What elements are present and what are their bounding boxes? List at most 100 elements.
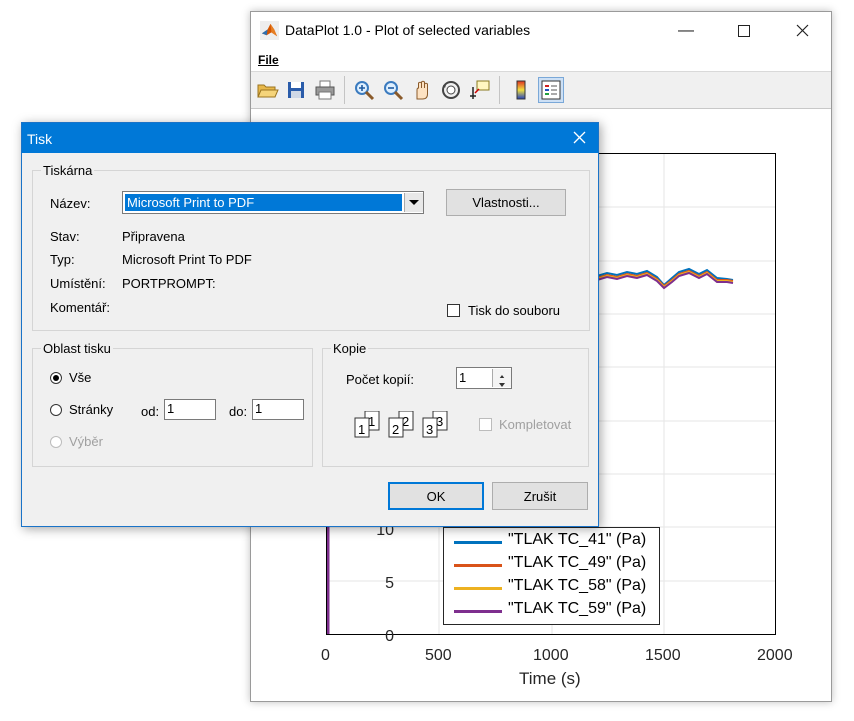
printer-icon [315,80,335,100]
printer-group-label: Tiskárna [43,163,93,178]
minimize-icon: — [678,21,694,39]
svg-text:1: 1 [358,422,365,437]
open-button[interactable] [254,77,280,103]
save-button[interactable] [283,77,309,103]
range-selection-radio[interactable] [50,436,62,448]
minimize-button[interactable]: — [657,12,715,49]
legend-label: "TLAK TC_41" (Pa) [508,531,647,548]
maximize-button[interactable] [715,12,773,49]
name-label: Název: [50,196,91,211]
location-value: PORTPROMPT: [122,276,216,291]
dialog-close-button[interactable] [568,127,590,149]
to-label: do: [229,404,248,419]
type-value: Microsoft Print To PDF [122,252,252,267]
chevron-down-icon [499,383,505,387]
collate-label[interactable]: Kompletovat [499,417,571,432]
print-to-file-label[interactable]: Tisk do souboru [468,303,560,318]
chevron-down-icon [409,200,419,205]
collate-pages-icon: 1 1 2 2 3 3 [354,411,448,438]
close-icon [796,24,808,37]
copies-stepper[interactable]: 1 [456,367,512,389]
print-dialog: Tisk Tiskárna Název: Microsoft Print to … [21,122,599,527]
x-tick-label: 2000 [757,647,793,664]
legend-swatch [454,587,502,590]
svg-text:2: 2 [392,422,399,437]
to-page-input[interactable]: 1 [252,399,304,420]
collate-checkbox[interactable] [479,418,492,431]
range-pages-radio[interactable] [50,404,62,416]
legend-swatch [454,610,502,613]
copies-group-label: Kopie [333,341,367,356]
legend-label: "TLAK TC_59" (Pa) [508,600,647,617]
print-to-file-checkbox[interactable] [447,304,460,317]
toolbar-separator [499,76,500,104]
location-label: Umístění: [50,276,106,291]
printer-select-dropdown[interactable] [404,193,423,212]
x-tick-label: 1500 [645,647,681,664]
svg-text:3: 3 [426,422,433,437]
legend-button[interactable] [538,77,564,103]
comment-label: Komentář: [50,300,110,315]
legend-label: "TLAK TC_58" (Pa) [508,577,647,594]
cancel-button[interactable]: Zrušit [492,482,588,510]
legend-swatch [454,564,502,567]
copies-down-button[interactable] [492,378,511,387]
zoom-in-button[interactable] [351,77,377,103]
x-axis-label: Time (s) [519,669,581,688]
range-all-label[interactable]: Vše [69,370,91,385]
copies-label: Počet kopií: [346,372,414,387]
legend-entry: "TLAK TC_49" (Pa) [454,554,659,576]
maximize-icon [738,24,750,37]
dialog-titlebar: Tisk [22,123,598,153]
close-icon [573,131,585,144]
x-tick-label: 1000 [533,647,569,664]
y-tick-label: 0 [385,628,394,645]
ok-button[interactable]: OK [388,482,484,510]
range-all-radio[interactable] [50,372,62,384]
toolbar-separator [344,76,345,104]
status-label: Stav: [50,229,80,244]
copies-group: Kopie [322,341,589,467]
toolbar [251,71,831,109]
copies-up-button[interactable] [492,369,511,379]
dataplot-title: DataPlot 1.0 - Plot of selected variable… [285,22,531,38]
printer-select-value: Microsoft Print to PDF [125,194,402,211]
zoom-out-icon [384,81,404,101]
from-page-input[interactable]: 1 [164,399,216,420]
legend-entry: "TLAK TC_41" (Pa) [454,531,659,553]
status-value: Připravena [122,229,185,244]
folder-open-icon [257,84,279,98]
save-icon [288,82,304,98]
matlab-logo-icon [260,21,279,40]
printer-select[interactable]: Microsoft Print to PDF [122,191,424,214]
range-pages-label[interactable]: Stránky [69,402,113,417]
colorbar-button[interactable] [508,77,534,103]
menu-bar: File [251,49,831,71]
close-button[interactable] [773,12,831,49]
x-tick-label: 0 [321,647,330,664]
data-cursor-button[interactable] [467,77,493,103]
print-range-group-label: Oblast tisku [43,341,111,356]
hand-icon [416,80,428,100]
plot-legend[interactable]: "TLAK TC_41" (Pa) "TLAK TC_49" (Pa) "TLA… [443,527,660,625]
properties-button[interactable]: Vlastnosti... [446,189,566,216]
legend-swatch [454,541,502,544]
pan-button[interactable] [409,77,435,103]
rotate-button[interactable] [438,77,464,103]
colorbar-icon [516,80,526,100]
legend-entry: "TLAK TC_58" (Pa) [454,577,659,599]
type-label: Typ: [50,252,75,267]
from-label: od: [141,404,160,419]
print-button[interactable] [312,77,338,103]
legend-entry: "TLAK TC_59" (Pa) [454,600,659,622]
zoom-out-button[interactable] [380,77,406,103]
copies-value: 1 [459,370,467,385]
zoom-in-icon [355,81,375,101]
dataplot-titlebar: DataPlot 1.0 - Plot of selected variable… [251,12,831,49]
rotate-3d-icon [442,81,460,99]
range-selection-label[interactable]: Výběr [69,434,103,449]
menu-file[interactable]: File [258,53,279,67]
y-tick-label: 5 [385,575,394,592]
legend-icon [541,80,561,100]
legend-label: "TLAK TC_49" (Pa) [508,554,647,571]
